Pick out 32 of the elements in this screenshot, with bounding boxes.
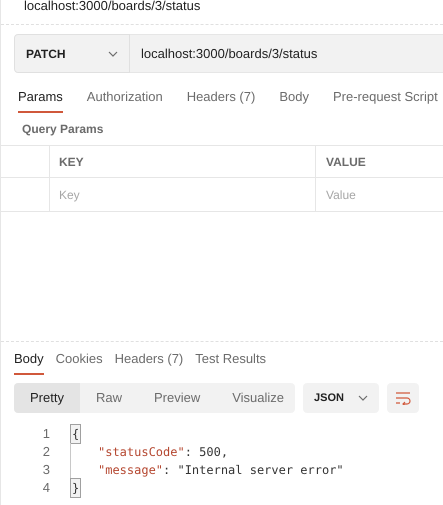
tab[interactable]: Cookies	[56, 345, 103, 375]
tab[interactable]: Body	[279, 83, 309, 113]
code-line: "statusCode": 500,	[98, 444, 228, 461]
chevron-down-icon	[358, 395, 368, 401]
wrap-lines-button[interactable]	[387, 383, 419, 413]
table-header: VALUE	[325, 154, 367, 170]
format-dropdown[interactable]: JSON	[303, 383, 379, 413]
value-input[interactable]: Value	[316, 178, 443, 211]
tab[interactable]: Authorization	[86, 83, 163, 113]
view-mode-tab[interactable]: Visualize	[216, 383, 295, 413]
wrap-lines-icon	[395, 391, 411, 405]
view-mode-tab[interactable]: Pretty	[14, 383, 80, 413]
tab[interactable]: Params	[18, 83, 63, 113]
table-header: KEY	[50, 146, 316, 177]
tab[interactable]: Pre-request Script	[332, 83, 438, 113]
view-mode-tab[interactable]: Raw	[80, 383, 138, 413]
url-field[interactable]: localhost:3000/boards/3/status	[130, 34, 443, 73]
line-number: 3	[42, 461, 50, 480]
tab[interactable]: Body	[14, 345, 44, 375]
tab[interactable]: Headers (7)	[114, 345, 184, 375]
line-number: 4	[42, 479, 50, 498]
tab[interactable]: Test Results	[195, 345, 266, 375]
section-heading: Query Params	[22, 122, 104, 136]
chevron-down-icon	[108, 50, 118, 56]
key-input[interactable]: Key	[50, 178, 316, 211]
code-line: "message": "Internal server error"	[98, 462, 344, 479]
tab[interactable]: Headers (7)	[186, 83, 256, 113]
line-number: 1	[42, 425, 50, 444]
view-mode-tab[interactable]: Preview	[138, 383, 216, 413]
method-dropdown[interactable]: PATCH	[14, 34, 130, 73]
line-number: 2	[42, 443, 50, 462]
request-title: localhost:3000/boards/3/status	[24, 0, 200, 12]
